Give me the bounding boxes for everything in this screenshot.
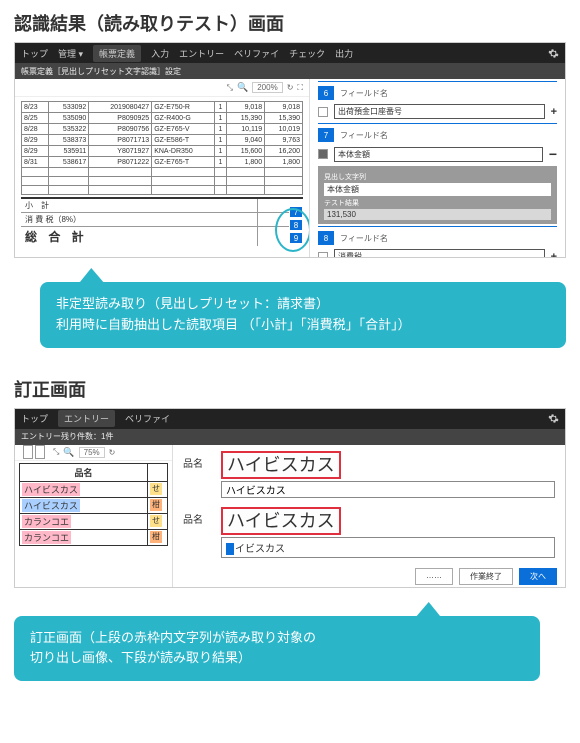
magnifier-icon-2[interactable]: 🔍 [63,447,74,458]
tab-manage[interactable]: 管理 ▾ [58,47,83,60]
text-caret [226,543,234,555]
field-badge-9[interactable]: 9 [289,232,303,244]
collapse-icon[interactable]: ⤡ [227,83,233,93]
rotate-icon-2[interactable]: ↻ [109,448,116,457]
correction-input-1[interactable] [221,481,555,498]
field8-checkbox[interactable] [318,252,328,259]
subbar2: エントリー残り件数：1件 [15,429,565,445]
detail-result-label: テスト結果 [324,198,551,208]
subbar: 帳票定義［見出しプリセット文字認識］設定 [15,63,565,79]
tab2-top[interactable]: トップ [21,412,48,425]
tab-check[interactable]: チェック [289,47,325,60]
field-label-1: 品名 [183,451,211,470]
tab-top[interactable]: トップ [21,47,48,60]
zoom-toolbar: ⤡ 🔍 200% ↻ ⛶ [15,79,309,97]
document-preview-pane: ⤡ 🔍 200% ↻ ⛶ 8/235330922019080427GZ-E750… [15,79,310,258]
tab-input[interactable]: 入力 [151,47,169,60]
field-list-pane: 6 フィールド名 出荷預金口座番号 + 7 フィールド名 本体金額 − 見出し文… [310,79,565,258]
section2-title: 訂正画面 [14,376,580,402]
page-thumb-1[interactable] [23,445,33,459]
field7-checkbox[interactable] [318,149,328,159]
topbar2: トップ エントリー ベリファイ [15,409,565,429]
invoice-table: 8/235330922019080427GZ-E750-R19,0189,018… [21,101,303,195]
field7-name-input[interactable]: 本体金額 [334,147,543,162]
tab2-entry[interactable]: エントリー [58,410,115,427]
correction-preview-pane: ⤡ 🔍 75% ↻ 品名 ハイビスカスせハイビスカス柑カランコエせカランコエ柑 [15,445,173,588]
field7-label: フィールド名 [340,130,557,141]
callout-1: 非定型読み取り（見出しプリセット：請求書） 利用時に自動抽出した読取項目 （「小… [40,282,566,348]
correction-window: トップ エントリー ベリファイ エントリー残り件数：1件 ⤡ 🔍 75% ↻ 品… [14,408,566,588]
table-row: 8/29535911Y8071927KNA-DR350115,60016,200 [22,146,303,157]
correction-form-pane: 品名 ハイビスカス 品名 ハイビスカス イビスカス …… 作業終了 次へ [173,445,565,588]
table-row: 8/28535322P8090756GZ-E765-V110,11910,019 [22,124,303,135]
tab-verify[interactable]: ベリファイ [234,47,279,60]
collapse-icon-2[interactable]: ⤡ [53,447,59,457]
field8-name-input[interactable]: 消費税 [334,249,545,258]
table-row: 8/29538373P8071713GZ-E586-T19,0409,763 [22,135,303,146]
magnifier-icon[interactable]: 🔍 [237,82,248,93]
tab2-verify[interactable]: ベリファイ [125,412,170,425]
table-row: 8/25535090P8090925GZ-R400-G115,39015,390 [22,113,303,124]
field7-collapse-icon[interactable]: − [549,146,557,162]
callout-1-text: 非定型読み取り（見出しプリセット：請求書） 利用時に自動抽出した読取項目 （「小… [56,296,411,332]
field6-name-input[interactable]: 出荷預金口座番号 [334,104,545,119]
zoom-level[interactable]: 200% [252,82,282,93]
finish-button[interactable]: 作業終了 [459,568,513,585]
field8-expand-icon[interactable]: + [551,251,557,259]
list-item: カランコエせ [20,513,168,529]
field6-label: フィールド名 [340,88,557,99]
col-header: 品名 [20,463,148,481]
gear-icon[interactable] [548,48,559,59]
expand-icon[interactable]: ⛶ [297,83,303,93]
more-button[interactable]: …… [415,568,453,585]
gear-icon-2[interactable] [548,413,559,424]
next-button[interactable]: 次へ [519,568,557,585]
field-num-6[interactable]: 6 [318,86,334,100]
field6-checkbox[interactable] [318,107,328,117]
tab-entry[interactable]: エントリー [179,47,224,60]
field-badge-8[interactable]: 8 [289,219,303,231]
page-thumb-2[interactable] [35,445,45,459]
callout-2: 訂正画面（上段の赤枠内文字列が読み取り対象の 切り出し画像、下段が読み取り結果） [14,616,540,682]
recognition-result-window: トップ 管理 ▾ 帳票定義 入力 エントリー ベリファイ チェック 出力 帳票定… [14,42,566,258]
detail-result-value: 131,530 [324,209,551,220]
field6-expand-icon[interactable]: + [551,106,557,118]
field-badge-7[interactable]: 7 [289,206,303,218]
list-item: ハイビスカス柑 [20,497,168,513]
callout-2-text: 訂正画面（上段の赤枠内文字列が読み取り対象の 切り出し画像、下段が読み取り結果） [30,630,316,666]
table-row: 8/235330922019080427GZ-E750-R19,0189,018 [22,102,303,113]
field-label-2: 品名 [183,507,211,526]
subtotal-label: 小 計 [21,199,257,212]
clip-image-2: ハイビスカス [221,507,341,535]
correction-input-2[interactable]: イビスカス [221,537,555,558]
list-item: カランコエ柑 [20,529,168,545]
field7-detail: 見出し文字列 本体金額 テスト結果 131,530 [318,166,557,224]
item-name-table: 品名 ハイビスカスせハイビスカス柑カランコエせカランコエ柑 [19,463,168,546]
tab-output[interactable]: 出力 [335,47,353,60]
field-num-8[interactable]: 8 [318,231,334,245]
tab-form-def[interactable]: 帳票定義 [93,45,141,62]
detail-heading-label: 見出し文字列 [324,172,551,182]
detail-heading-value[interactable]: 本体金額 [324,183,551,196]
table-row: 8/31538617P8071222GZ-E765-T11,8001,800 [22,157,303,168]
field-badge-stack: 7 8 9 [289,206,303,244]
list-item: ハイビスカスせ [20,481,168,497]
zoom-level-2[interactable]: 75% [79,447,105,458]
section1-title: 認識結果（読み取りテスト）画面 [14,10,580,36]
field8-label: フィールド名 [340,233,557,244]
tax-label: 消 費 税（8%） [21,213,257,226]
rotate-icon[interactable]: ↻ [287,83,294,92]
grand-total-label: 総 合 計 [21,227,257,246]
clip-image-1: ハイビスカス [221,451,341,479]
field-num-7[interactable]: 7 [318,128,334,142]
topbar: トップ 管理 ▾ 帳票定義 入力 エントリー ベリファイ チェック 出力 [15,43,565,63]
